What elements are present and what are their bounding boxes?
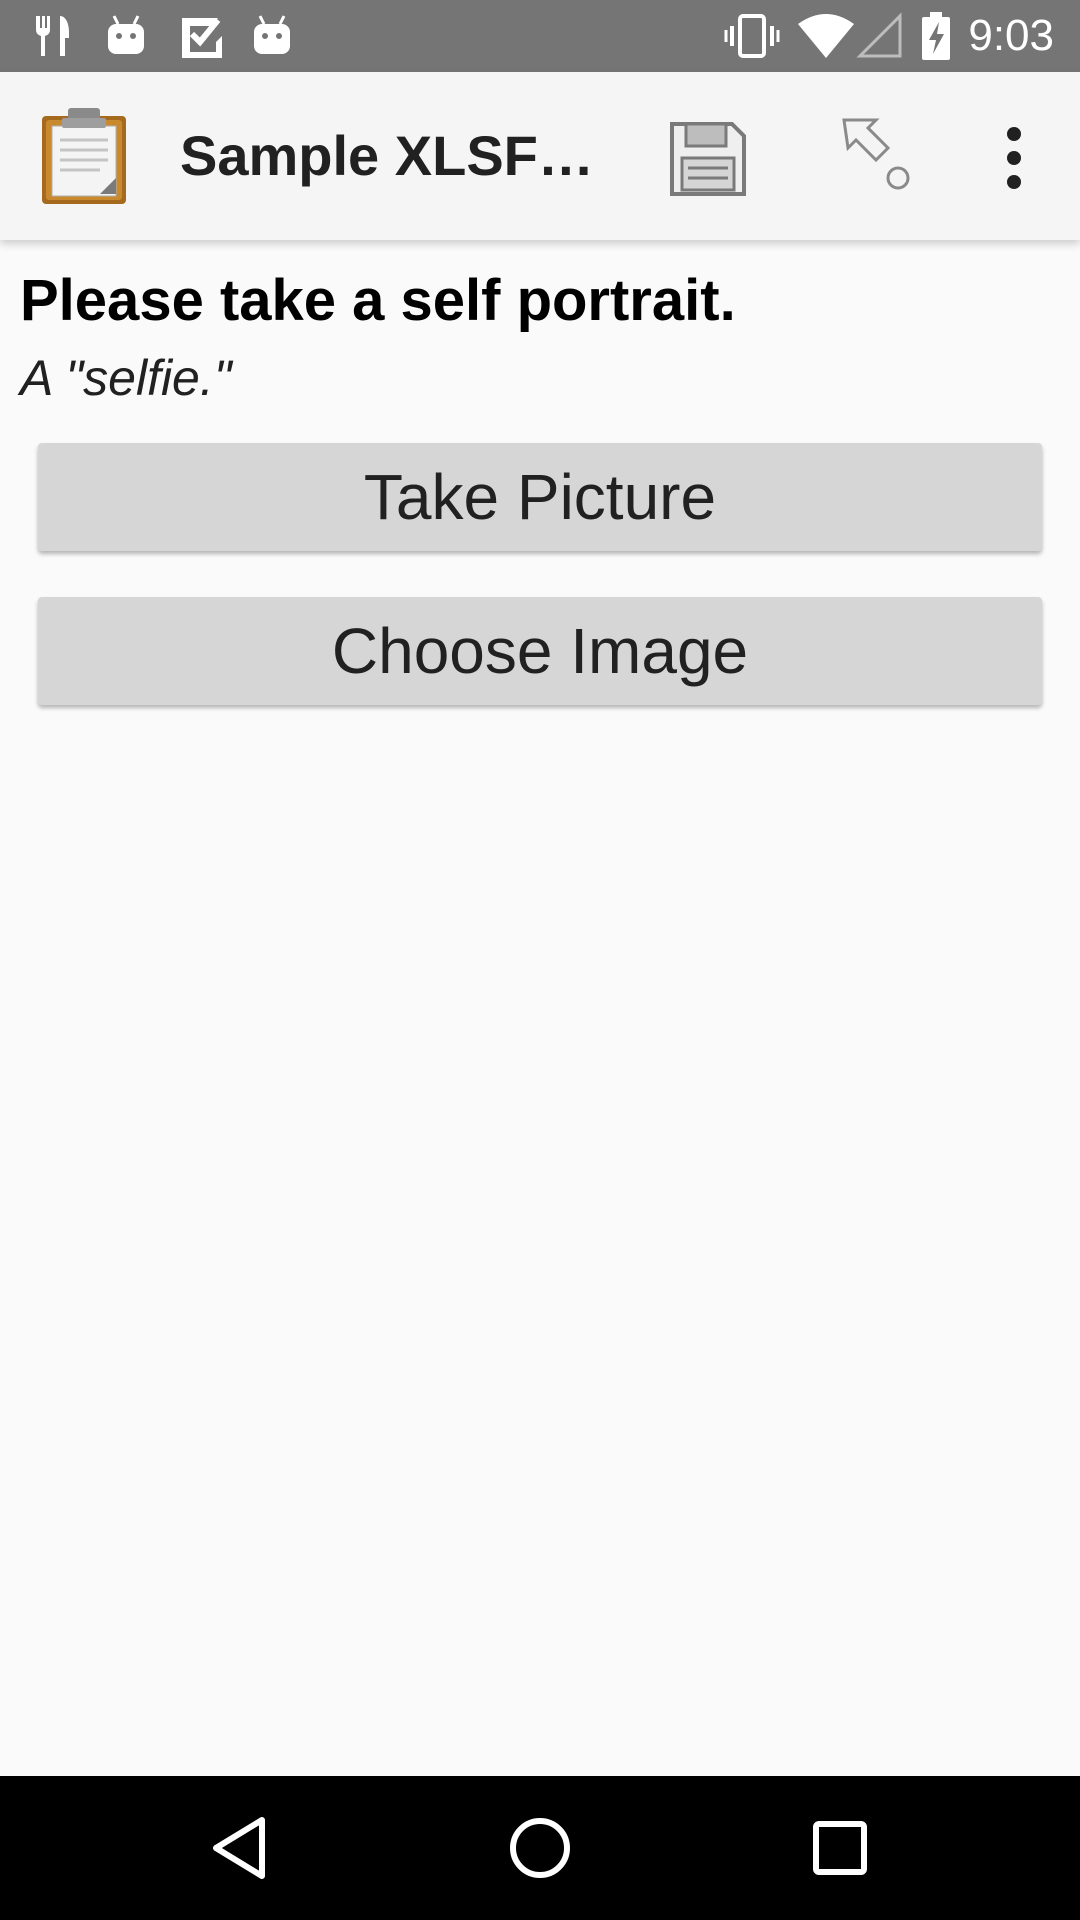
status-bar: 9:03 xyxy=(0,0,1080,72)
save-icon[interactable] xyxy=(666,116,750,200)
status-time: 9:03 xyxy=(968,11,1054,60)
checkmark-box-icon xyxy=(182,18,222,58)
navigation-bar xyxy=(0,1776,1080,1920)
android-icon xyxy=(108,15,144,54)
choose-image-button[interactable]: Choose Image xyxy=(38,597,1042,705)
vibrate-icon xyxy=(724,14,780,58)
fork-knife-icon xyxy=(35,16,69,56)
app-title: Sample XLSForm xyxy=(180,124,610,187)
take-picture-button[interactable]: Take Picture xyxy=(38,443,1042,551)
question-hint: A "selfie." xyxy=(20,350,232,406)
back-icon[interactable] xyxy=(204,1812,276,1884)
clipboard-icon xyxy=(42,108,126,204)
battery-charging-icon xyxy=(922,12,950,60)
android-icon xyxy=(254,15,290,54)
jump-icon[interactable] xyxy=(836,116,920,200)
signal-icon xyxy=(856,12,902,58)
question-label: Please take a self portrait. xyxy=(20,268,736,333)
home-icon[interactable] xyxy=(504,1812,576,1884)
question-content: Please take a self portrait. A "selfie."… xyxy=(0,240,1080,1776)
overflow-menu-icon[interactable] xyxy=(970,116,1058,200)
recents-icon[interactable] xyxy=(804,1812,876,1884)
app-bar: Sample XLSForm xyxy=(0,72,1080,240)
wifi-icon xyxy=(798,14,854,58)
